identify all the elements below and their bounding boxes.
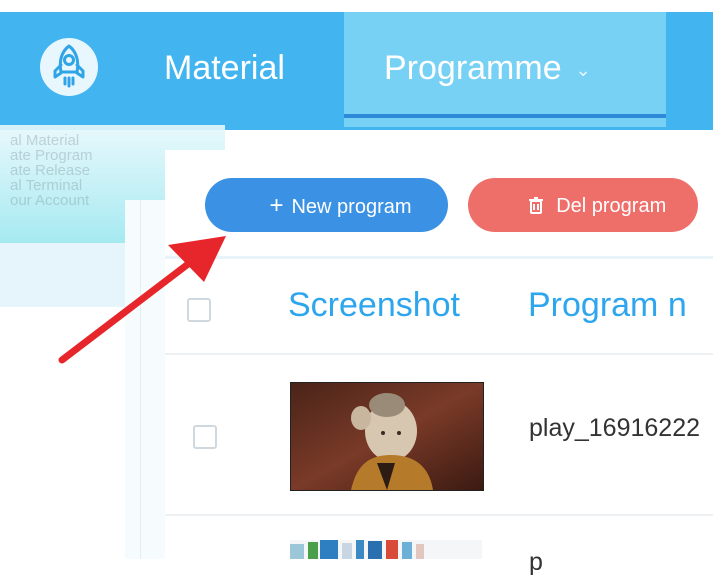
- annotation-arrow: [58, 236, 226, 364]
